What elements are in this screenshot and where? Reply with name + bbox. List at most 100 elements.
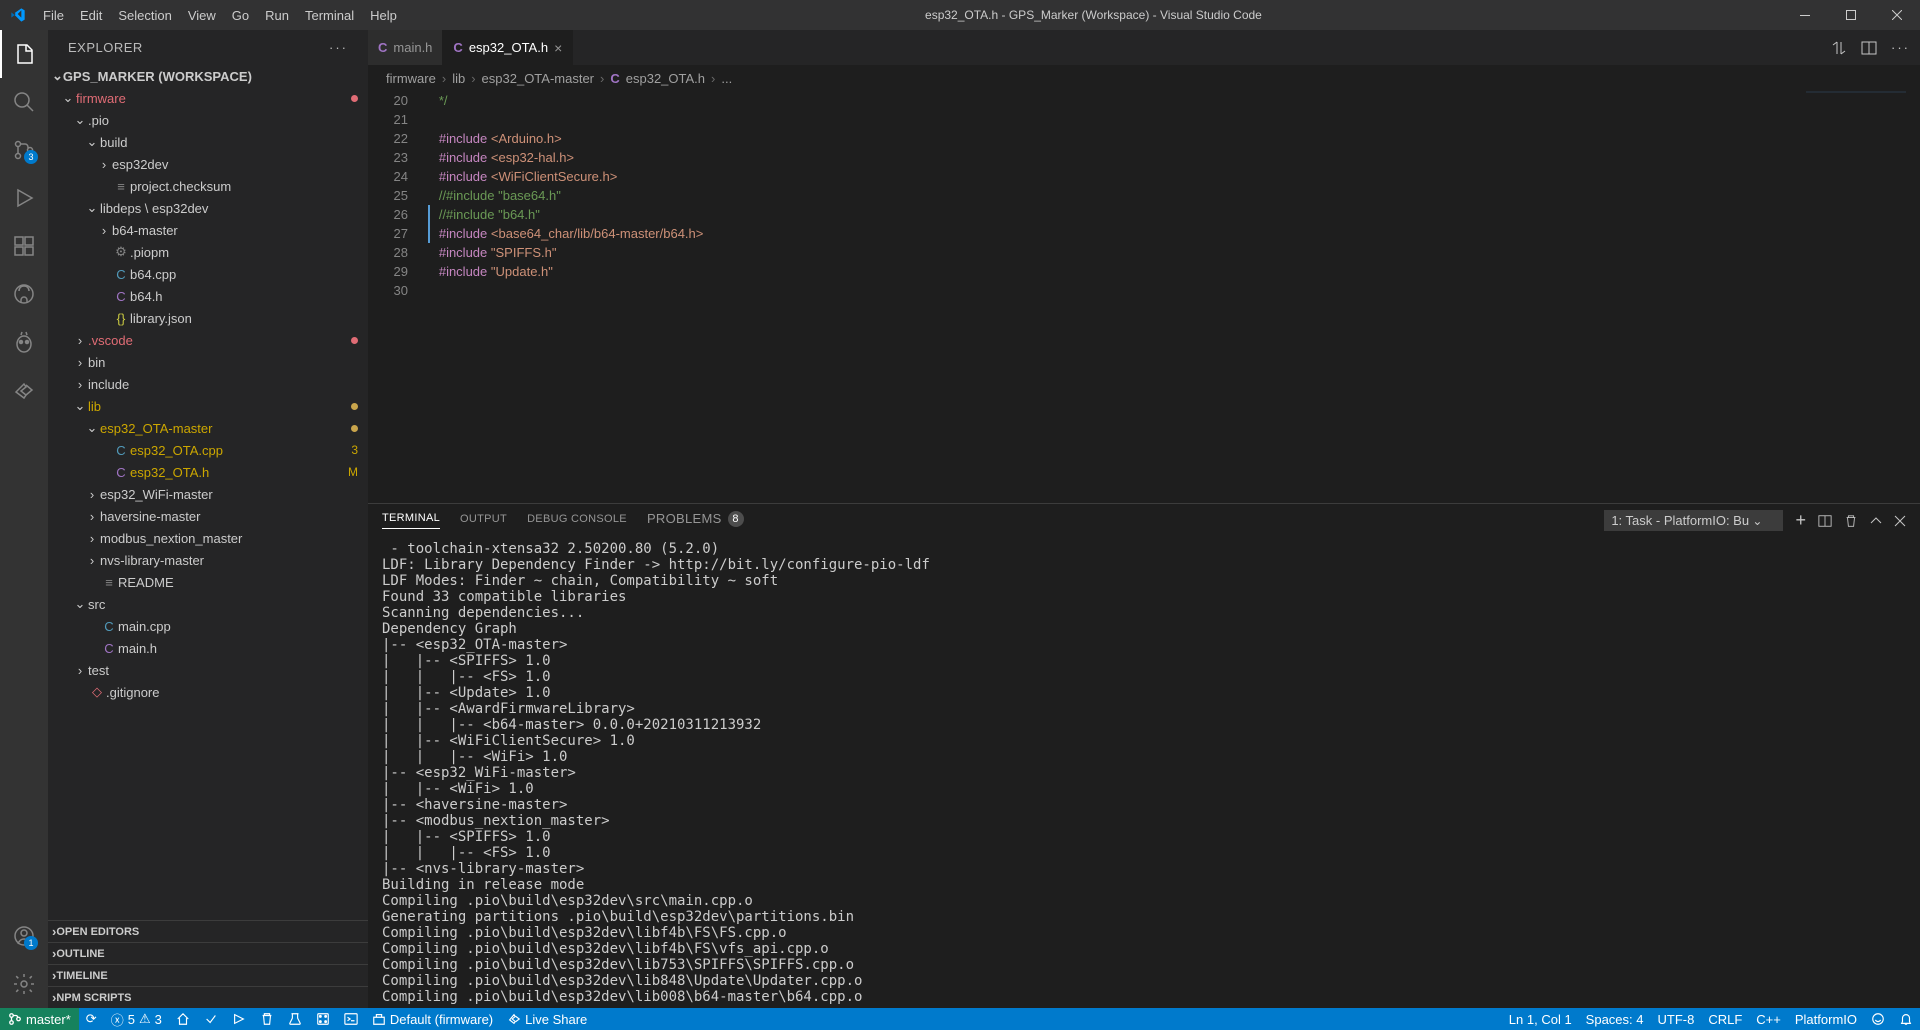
minimap[interactable] bbox=[1806, 91, 1906, 291]
terminal-selector[interactable]: 1: Task - PlatformIO: Bu ⌄ bbox=[1604, 510, 1783, 531]
menu-run[interactable]: Run bbox=[257, 0, 297, 30]
tree-item[interactable]: ›test bbox=[48, 659, 368, 681]
panel-tab-output[interactable]: OUTPUT bbox=[460, 513, 507, 529]
tree-item[interactable]: ›esp32_WiFi-master bbox=[48, 483, 368, 505]
status-pio-test-icon[interactable] bbox=[281, 1008, 309, 1030]
status-live-share[interactable]: Live Share bbox=[500, 1008, 594, 1030]
tree-item[interactable]: ⌄src bbox=[48, 593, 368, 615]
panel-tab-debug-console[interactable]: DEBUG CONSOLE bbox=[527, 513, 627, 529]
status-pio-monitor-icon[interactable] bbox=[309, 1008, 337, 1030]
menu-selection[interactable]: Selection bbox=[110, 0, 179, 30]
activity-github[interactable] bbox=[0, 270, 48, 318]
panel-tab-terminal[interactable]: TERMINAL bbox=[382, 512, 440, 529]
status-feedback-icon[interactable] bbox=[1864, 1008, 1892, 1030]
activity-platformio[interactable] bbox=[0, 318, 48, 366]
status-item[interactable]: Spaces: 4 bbox=[1579, 1008, 1651, 1030]
tree-item[interactable]: ⌄libdeps \ esp32dev bbox=[48, 197, 368, 219]
tree-item[interactable]: ›bin bbox=[48, 351, 368, 373]
code-area[interactable]: */ #include <Arduino.h> #include <esp32-… bbox=[428, 91, 1920, 503]
status-item[interactable]: PlatformIO bbox=[1788, 1008, 1864, 1030]
status-notifications-icon[interactable] bbox=[1892, 1008, 1920, 1030]
menu-view[interactable]: View bbox=[180, 0, 224, 30]
tree-item[interactable]: ⌄lib bbox=[48, 395, 368, 417]
more-icon[interactable]: ··· bbox=[329, 40, 348, 55]
sidebar-section-outline[interactable]: ›OUTLINE bbox=[48, 942, 368, 964]
tree-item[interactable]: Cmain.h bbox=[48, 637, 368, 659]
status-sync[interactable]: ⟳ bbox=[79, 1008, 104, 1030]
tree-item[interactable]: ⌄.pio bbox=[48, 109, 368, 131]
editor[interactable]: 2021222324252627282930 */ #include <Ardu… bbox=[368, 91, 1920, 503]
status-pio-home-icon[interactable] bbox=[169, 1008, 197, 1030]
tree-item[interactable]: ⌄build bbox=[48, 131, 368, 153]
activity-search[interactable] bbox=[0, 78, 48, 126]
tree-item[interactable]: ⚙.piopm bbox=[48, 241, 368, 263]
status-pio-upload-icon[interactable] bbox=[225, 1008, 253, 1030]
tree-item[interactable]: ≡project.checksum bbox=[48, 175, 368, 197]
status-item[interactable]: C++ bbox=[1749, 1008, 1788, 1030]
tree-item[interactable]: Cesp32_OTA.hM bbox=[48, 461, 368, 483]
tree-item[interactable]: ›b64-master bbox=[48, 219, 368, 241]
breadcrumb-item[interactable]: esp32_OTA-master bbox=[482, 71, 594, 86]
compare-icon[interactable] bbox=[1831, 40, 1847, 56]
activity-extensions[interactable] bbox=[0, 222, 48, 270]
status-pio-terminal-icon[interactable] bbox=[337, 1008, 365, 1030]
close-button[interactable] bbox=[1874, 0, 1920, 30]
status-problems[interactable]: ⓧ5⚠3 bbox=[104, 1008, 169, 1030]
tree-item[interactable]: {}library.json bbox=[48, 307, 368, 329]
sidebar-section-npm-scripts[interactable]: ›NPM SCRIPTS bbox=[48, 986, 368, 1008]
activity-run-debug[interactable] bbox=[0, 174, 48, 222]
status-pio-env[interactable]: Default (firmware) bbox=[365, 1008, 500, 1030]
activity-accounts[interactable]: 1 bbox=[0, 912, 48, 960]
sidebar-section-open-editors[interactable]: ›OPEN EDITORS bbox=[48, 920, 368, 942]
status-git-branch[interactable]: master* bbox=[0, 1008, 79, 1030]
menu-terminal[interactable]: Terminal bbox=[297, 0, 362, 30]
menu-help[interactable]: Help bbox=[362, 0, 405, 30]
tree-item[interactable]: ›nvs-library-master bbox=[48, 549, 368, 571]
tree-item[interactable]: Cb64.h bbox=[48, 285, 368, 307]
status-item[interactable]: Ln 1, Col 1 bbox=[1502, 1008, 1579, 1030]
breadcrumb-item[interactable]: lib bbox=[452, 71, 465, 86]
breadcrumb-item[interactable]: firmware bbox=[386, 71, 436, 86]
breadcrumb-item[interactable]: esp32_OTA.h bbox=[626, 71, 705, 86]
tree-item[interactable]: ›.vscode bbox=[48, 329, 368, 351]
tree-item[interactable]: ›esp32dev bbox=[48, 153, 368, 175]
tree-item[interactable]: Cmain.cpp bbox=[48, 615, 368, 637]
breadcrumbs[interactable]: firmware›lib›esp32_OTA-master›C esp32_OT… bbox=[368, 65, 1920, 91]
sidebar-section-timeline[interactable]: ›TIMELINE bbox=[48, 964, 368, 986]
more-actions-icon[interactable]: ··· bbox=[1891, 40, 1910, 55]
tree-item[interactable]: ⌄firmware bbox=[48, 87, 368, 109]
kill-terminal-icon[interactable] bbox=[1844, 514, 1858, 528]
tree-item[interactable]: ›haversine-master bbox=[48, 505, 368, 527]
status-item[interactable]: UTF-8 bbox=[1651, 1008, 1702, 1030]
status-pio-clean-icon[interactable] bbox=[253, 1008, 281, 1030]
activity-source-control[interactable]: 3 bbox=[0, 126, 48, 174]
tree-item[interactable]: ›modbus_nextion_master bbox=[48, 527, 368, 549]
tree-item[interactable]: ◇.gitignore bbox=[48, 681, 368, 703]
tree-item[interactable]: Cb64.cpp bbox=[48, 263, 368, 285]
tree-item[interactable]: ≡README bbox=[48, 571, 368, 593]
editor-tab[interactable]: Cmain.h bbox=[368, 30, 443, 65]
menu-edit[interactable]: Edit bbox=[72, 0, 110, 30]
activity-explorer[interactable] bbox=[0, 30, 48, 78]
tree-item[interactable]: ›include bbox=[48, 373, 368, 395]
close-panel-icon[interactable] bbox=[1894, 515, 1906, 527]
maximize-button[interactable] bbox=[1828, 0, 1874, 30]
editor-tab[interactable]: Cesp32_OTA.h× bbox=[443, 30, 573, 65]
status-item[interactable]: CRLF bbox=[1701, 1008, 1749, 1030]
maximize-panel-icon[interactable] bbox=[1870, 515, 1882, 527]
terminal-output[interactable]: - toolchain-xtensa32 2.50200.80 (5.2.0) … bbox=[368, 537, 1920, 1008]
menu-file[interactable]: File bbox=[35, 0, 72, 30]
menu-go[interactable]: Go bbox=[224, 0, 257, 30]
split-editor-icon[interactable] bbox=[1861, 40, 1877, 56]
tree-item[interactable]: ⌄esp32_OTA-master bbox=[48, 417, 368, 439]
panel-tab-problems[interactable]: PROBLEMS8 bbox=[647, 511, 744, 531]
activity-live-share[interactable] bbox=[0, 366, 48, 414]
close-tab-icon[interactable]: × bbox=[554, 40, 562, 56]
split-terminal-icon[interactable] bbox=[1818, 514, 1832, 528]
new-terminal-icon[interactable]: + bbox=[1795, 510, 1806, 531]
status-pio-build-icon[interactable] bbox=[197, 1008, 225, 1030]
breadcrumb-item[interactable]: ... bbox=[721, 71, 732, 86]
tree-item[interactable]: Cesp32_OTA.cpp3 bbox=[48, 439, 368, 461]
workspace-header[interactable]: ⌄GPS_MARKER (WORKSPACE) bbox=[48, 65, 368, 87]
minimize-button[interactable] bbox=[1782, 0, 1828, 30]
